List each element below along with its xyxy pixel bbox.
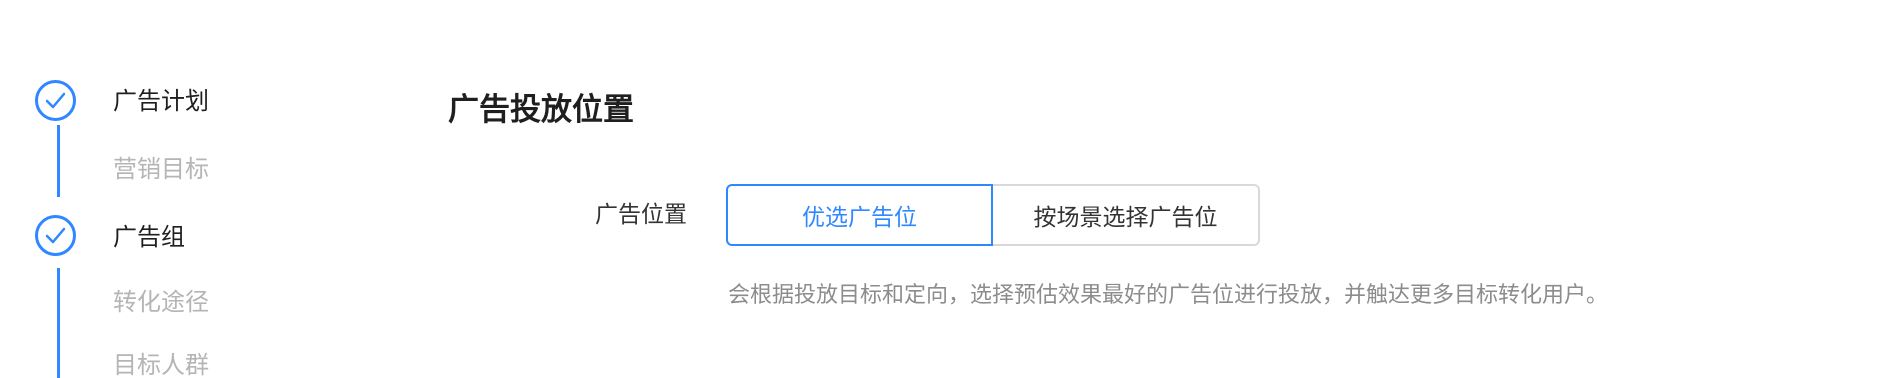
scene-placement-option[interactable]: 按场景选择广告位 bbox=[993, 184, 1260, 246]
step-target-audience[interactable]: 目标人群 bbox=[113, 350, 209, 378]
placement-segmented-control: 优选广告位 按场景选择广告位 bbox=[726, 184, 1260, 246]
placement-field-label: 广告位置 bbox=[595, 202, 687, 228]
step-ad-group[interactable]: 广告组 bbox=[113, 222, 185, 252]
step-marketing-goal[interactable]: 营销目标 bbox=[113, 154, 209, 184]
step-navigation: 广告计划 营销目标 广告组 转化途径 目标人群 bbox=[0, 0, 300, 378]
section-title: 广告投放位置 bbox=[448, 92, 634, 128]
step-ad-plan[interactable]: 广告计划 bbox=[113, 86, 209, 116]
step-conversion-path[interactable]: 转化途径 bbox=[113, 287, 209, 317]
preferred-placement-option[interactable]: 优选广告位 bbox=[726, 184, 993, 246]
check-circle-icon bbox=[35, 80, 76, 121]
step-connector-line bbox=[57, 125, 60, 197]
step-connector-line bbox=[57, 268, 60, 378]
placement-hint-text: 会根据投放目标和定向，选择预估效果最好的广告位进行投放，并触达更多目标转化用户。 bbox=[728, 283, 1609, 308]
check-circle-icon bbox=[35, 215, 76, 256]
ad-placement-page: 广告计划 营销目标 广告组 转化途径 目标人群 广告投放位置 广告位置 优选广告… bbox=[0, 0, 1885, 378]
